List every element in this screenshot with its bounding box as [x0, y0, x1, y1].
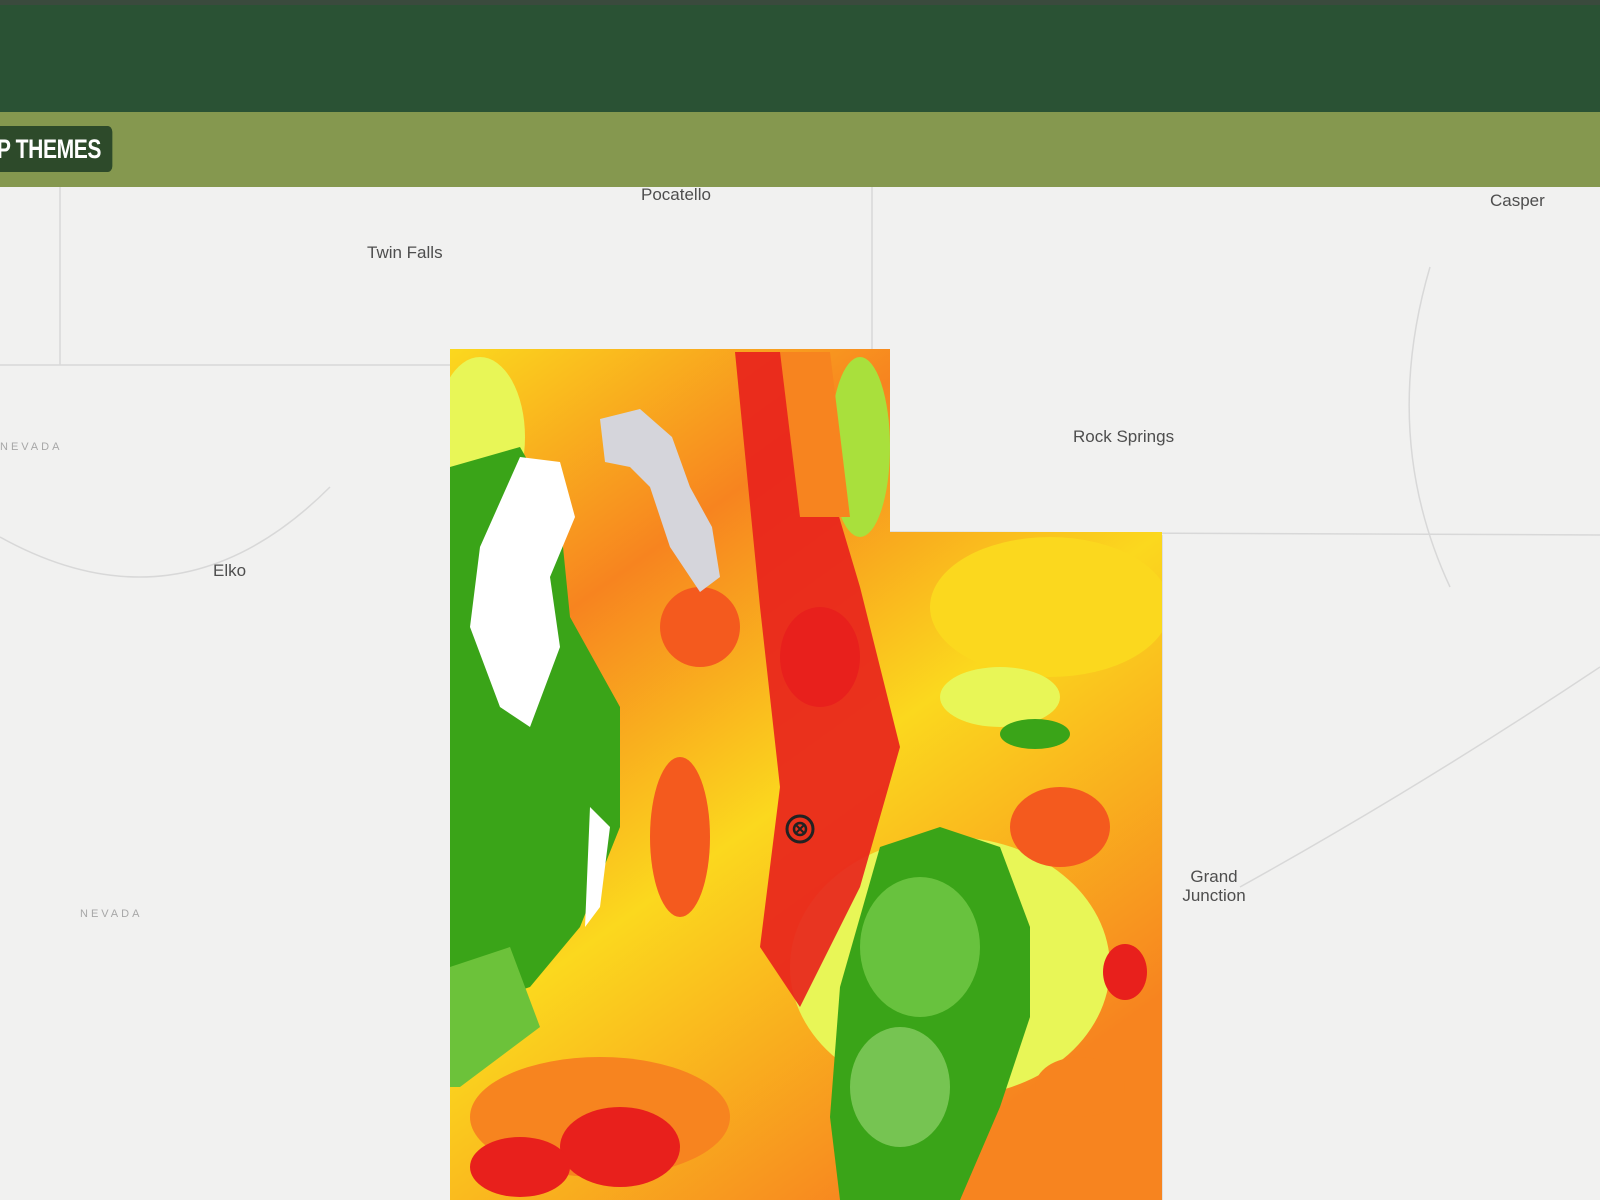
map-themes-button[interactable]: P THEMES [0, 126, 112, 172]
city-label-rock-springs: Rock Springs [1073, 427, 1175, 446]
city-label-twin-falls: Twin Falls [367, 243, 443, 262]
app-header [0, 0, 1600, 112]
utah-heatmap [450, 349, 1162, 1200]
city-label-grand-junction: Grand Junction [1182, 867, 1246, 905]
map-svg[interactable] [0, 187, 1600, 1200]
state-label-nevada-south: NEVADA [80, 908, 143, 920]
map-canvas[interactable]: Pocatello Casper Twin Falls Rock Springs… [0, 185, 1600, 1200]
city-label-elko: Elko [213, 561, 247, 580]
city-label-pocatello: Pocatello [641, 185, 711, 204]
theme-toolbar: P THEMES [0, 112, 1600, 187]
state-label-nevada-north: NEVADA [0, 441, 63, 453]
city-label-casper: Casper [1490, 191, 1545, 210]
